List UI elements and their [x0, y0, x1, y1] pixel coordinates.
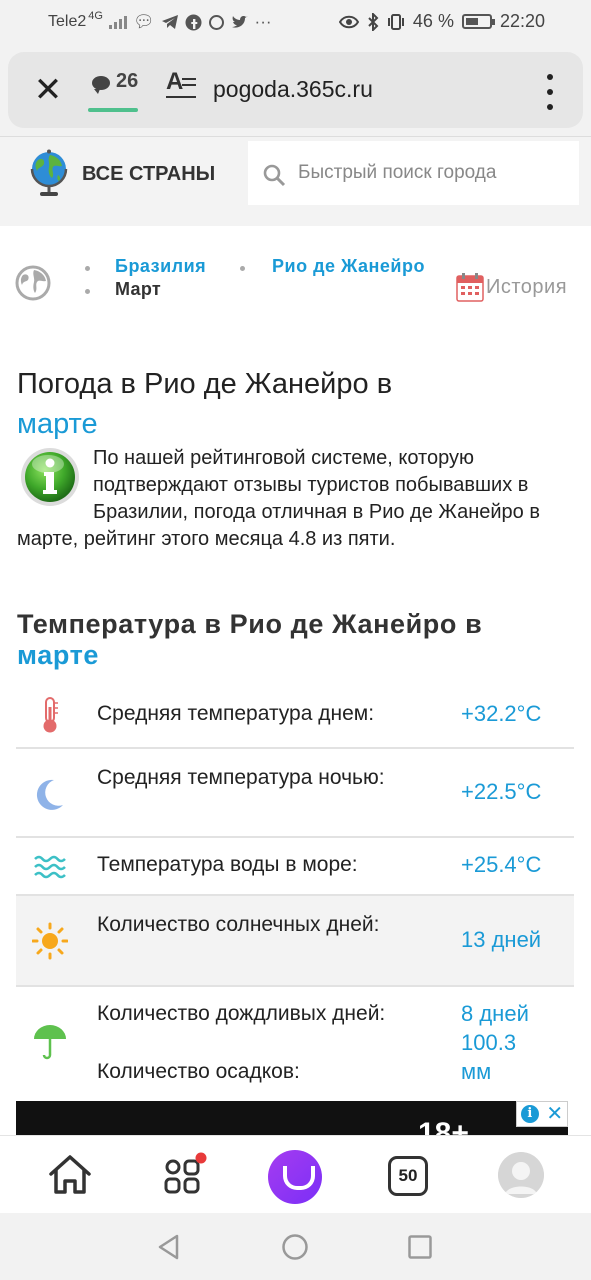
stat-row-water-temp: Температура воды в море: +25.4°C — [16, 838, 574, 896]
all-countries-link[interactable]: ВСЕ СТРАНЫ — [82, 163, 215, 186]
bluetooth-icon — [368, 12, 379, 31]
tab-switcher-button[interactable]: 26 — [88, 68, 144, 112]
section-title: Температура в Рио де Жанейро в марте — [17, 609, 577, 671]
ad-close-icon[interactable]: ✕ — [546, 1104, 563, 1124]
breadcrumb-country-link[interactable]: Бразилия — [115, 256, 206, 277]
history-link[interactable]: История — [456, 272, 567, 302]
breadcrumb-dot — [85, 289, 90, 294]
ad-age-rating: 18+ — [418, 1117, 469, 1135]
browser-bottom-nav: 50 — [0, 1135, 591, 1213]
back-icon[interactable] — [155, 1233, 183, 1261]
breadcrumb-dot — [240, 266, 245, 271]
stat-value: 100.3 мм — [461, 1030, 517, 1084]
section-title-main: Температура в Рио де Жанейро в — [17, 609, 483, 639]
messages-icon: 💬︎ — [132, 12, 155, 31]
network-type: 4G — [88, 10, 103, 22]
stat-value: 13 дней — [461, 927, 542, 952]
breadcrumb-current: Март — [115, 279, 161, 299]
info-icon — [21, 448, 79, 506]
stat-row-night-temp: Средняя температура ночью: +22.5°C — [16, 749, 574, 838]
stat-row-rainy-days: Количество дождливых дней: 8 дней Количе… — [16, 987, 574, 1091]
ad-info-icon[interactable]: i — [520, 1105, 539, 1123]
page-title-accent: марте — [17, 408, 98, 440]
water-waves-icon — [34, 855, 66, 879]
thermometer-icon — [43, 697, 58, 733]
search-input[interactable] — [298, 151, 568, 195]
site-header: ВСЕ СТРАНЫ — [0, 136, 591, 226]
stat-value: +22.5°C — [461, 779, 542, 804]
sync-icon — [208, 14, 224, 30]
clock: 22:20 — [499, 11, 545, 31]
umbrella-icon — [34, 1025, 66, 1060]
telegram-icon — [161, 15, 178, 29]
stat-label: Количество дождливых дней: — [97, 1002, 386, 1025]
stat-value: +25.4°C — [461, 852, 542, 877]
page-title: Погода в Рио де Жанейро в марте — [17, 364, 577, 444]
address-bar[interactable]: ✕ 26 A pogoda.365c.ru — [8, 52, 583, 128]
stat-label: Средняя температура днем: — [97, 702, 375, 725]
battery-icon — [461, 14, 495, 29]
breadcrumb-dot — [85, 266, 90, 271]
vibrate-icon — [387, 13, 404, 30]
profile-avatar[interactable] — [498, 1152, 544, 1198]
moon-icon — [36, 779, 63, 810]
ad-choices-badge[interactable]: i ✕ — [516, 1101, 568, 1127]
reader-mode-icon[interactable]: A — [166, 68, 200, 102]
signal-icon — [108, 15, 127, 29]
intro-paragraph: По нашей рейтинговой системе, которую по… — [17, 445, 577, 553]
carrier-label: Tele2 — [48, 13, 87, 30]
globe-icon — [15, 265, 51, 301]
tab-count: 26 — [116, 70, 139, 92]
stat-label: Средняя температура ночью: — [97, 766, 385, 789]
sun-icon — [32, 922, 68, 960]
system-navigation-bar — [0, 1213, 591, 1280]
more-notifications-icon: ··· — [254, 12, 272, 31]
tabs-count-button[interactable]: 50 — [388, 1156, 428, 1196]
home-icon[interactable] — [45, 1150, 95, 1200]
recents-icon[interactable] — [407, 1234, 433, 1260]
breadcrumb-city-link[interactable]: Рио де Жанейро — [272, 256, 425, 277]
facebook-icon — [185, 14, 202, 30]
globe-logo-icon[interactable] — [28, 149, 70, 199]
stat-value: +32.2°C — [461, 701, 542, 726]
twitter-icon — [231, 15, 248, 28]
status-bar: Tele2 4G 💬︎ ··· 46 % 22:20 — [0, 0, 591, 46]
eye-icon — [338, 15, 359, 28]
stat-label: Количество осадков: — [97, 1060, 300, 1083]
browser-toolbar: ✕ 26 A pogoda.365c.ru — [0, 46, 591, 136]
page-title-main: Погода в Рио де Жанейро в — [17, 368, 393, 400]
search-icon — [263, 164, 286, 187]
url-text[interactable]: pogoda.365c.ru — [213, 76, 373, 103]
history-label: История — [486, 275, 568, 298]
tab-indicator — [88, 108, 138, 112]
temperature-stats: Средняя температура днем: +32.2°C Средня… — [16, 685, 574, 1091]
stat-label: Температура воды в море: — [97, 853, 358, 876]
stat-value: 8 дней — [461, 1001, 529, 1026]
more-vertical-icon[interactable] — [545, 74, 555, 110]
section-title-accent: марте — [17, 640, 100, 670]
stat-row-sunny-days: Количество солнечных дней: 13 дней — [16, 896, 574, 987]
services-grid-icon[interactable] — [158, 1150, 208, 1200]
battery-percent: 46 % — [412, 11, 454, 31]
stat-label: Количество солнечных дней: — [97, 913, 380, 936]
intro-text: По нашей рейтинговой системе, которую по… — [17, 447, 540, 550]
stat-row-day-temp: Средняя температура днем: +32.2°C — [16, 685, 574, 749]
calendar-icon — [456, 273, 484, 302]
chat-bubble-icon — [92, 76, 110, 94]
close-icon[interactable]: ✕ — [28, 70, 68, 110]
alice-assistant-button[interactable] — [268, 1150, 322, 1204]
city-search — [248, 141, 579, 205]
ad-banner[interactable]: 18+ i ✕ — [16, 1101, 568, 1135]
home-circle-icon[interactable] — [281, 1233, 309, 1261]
